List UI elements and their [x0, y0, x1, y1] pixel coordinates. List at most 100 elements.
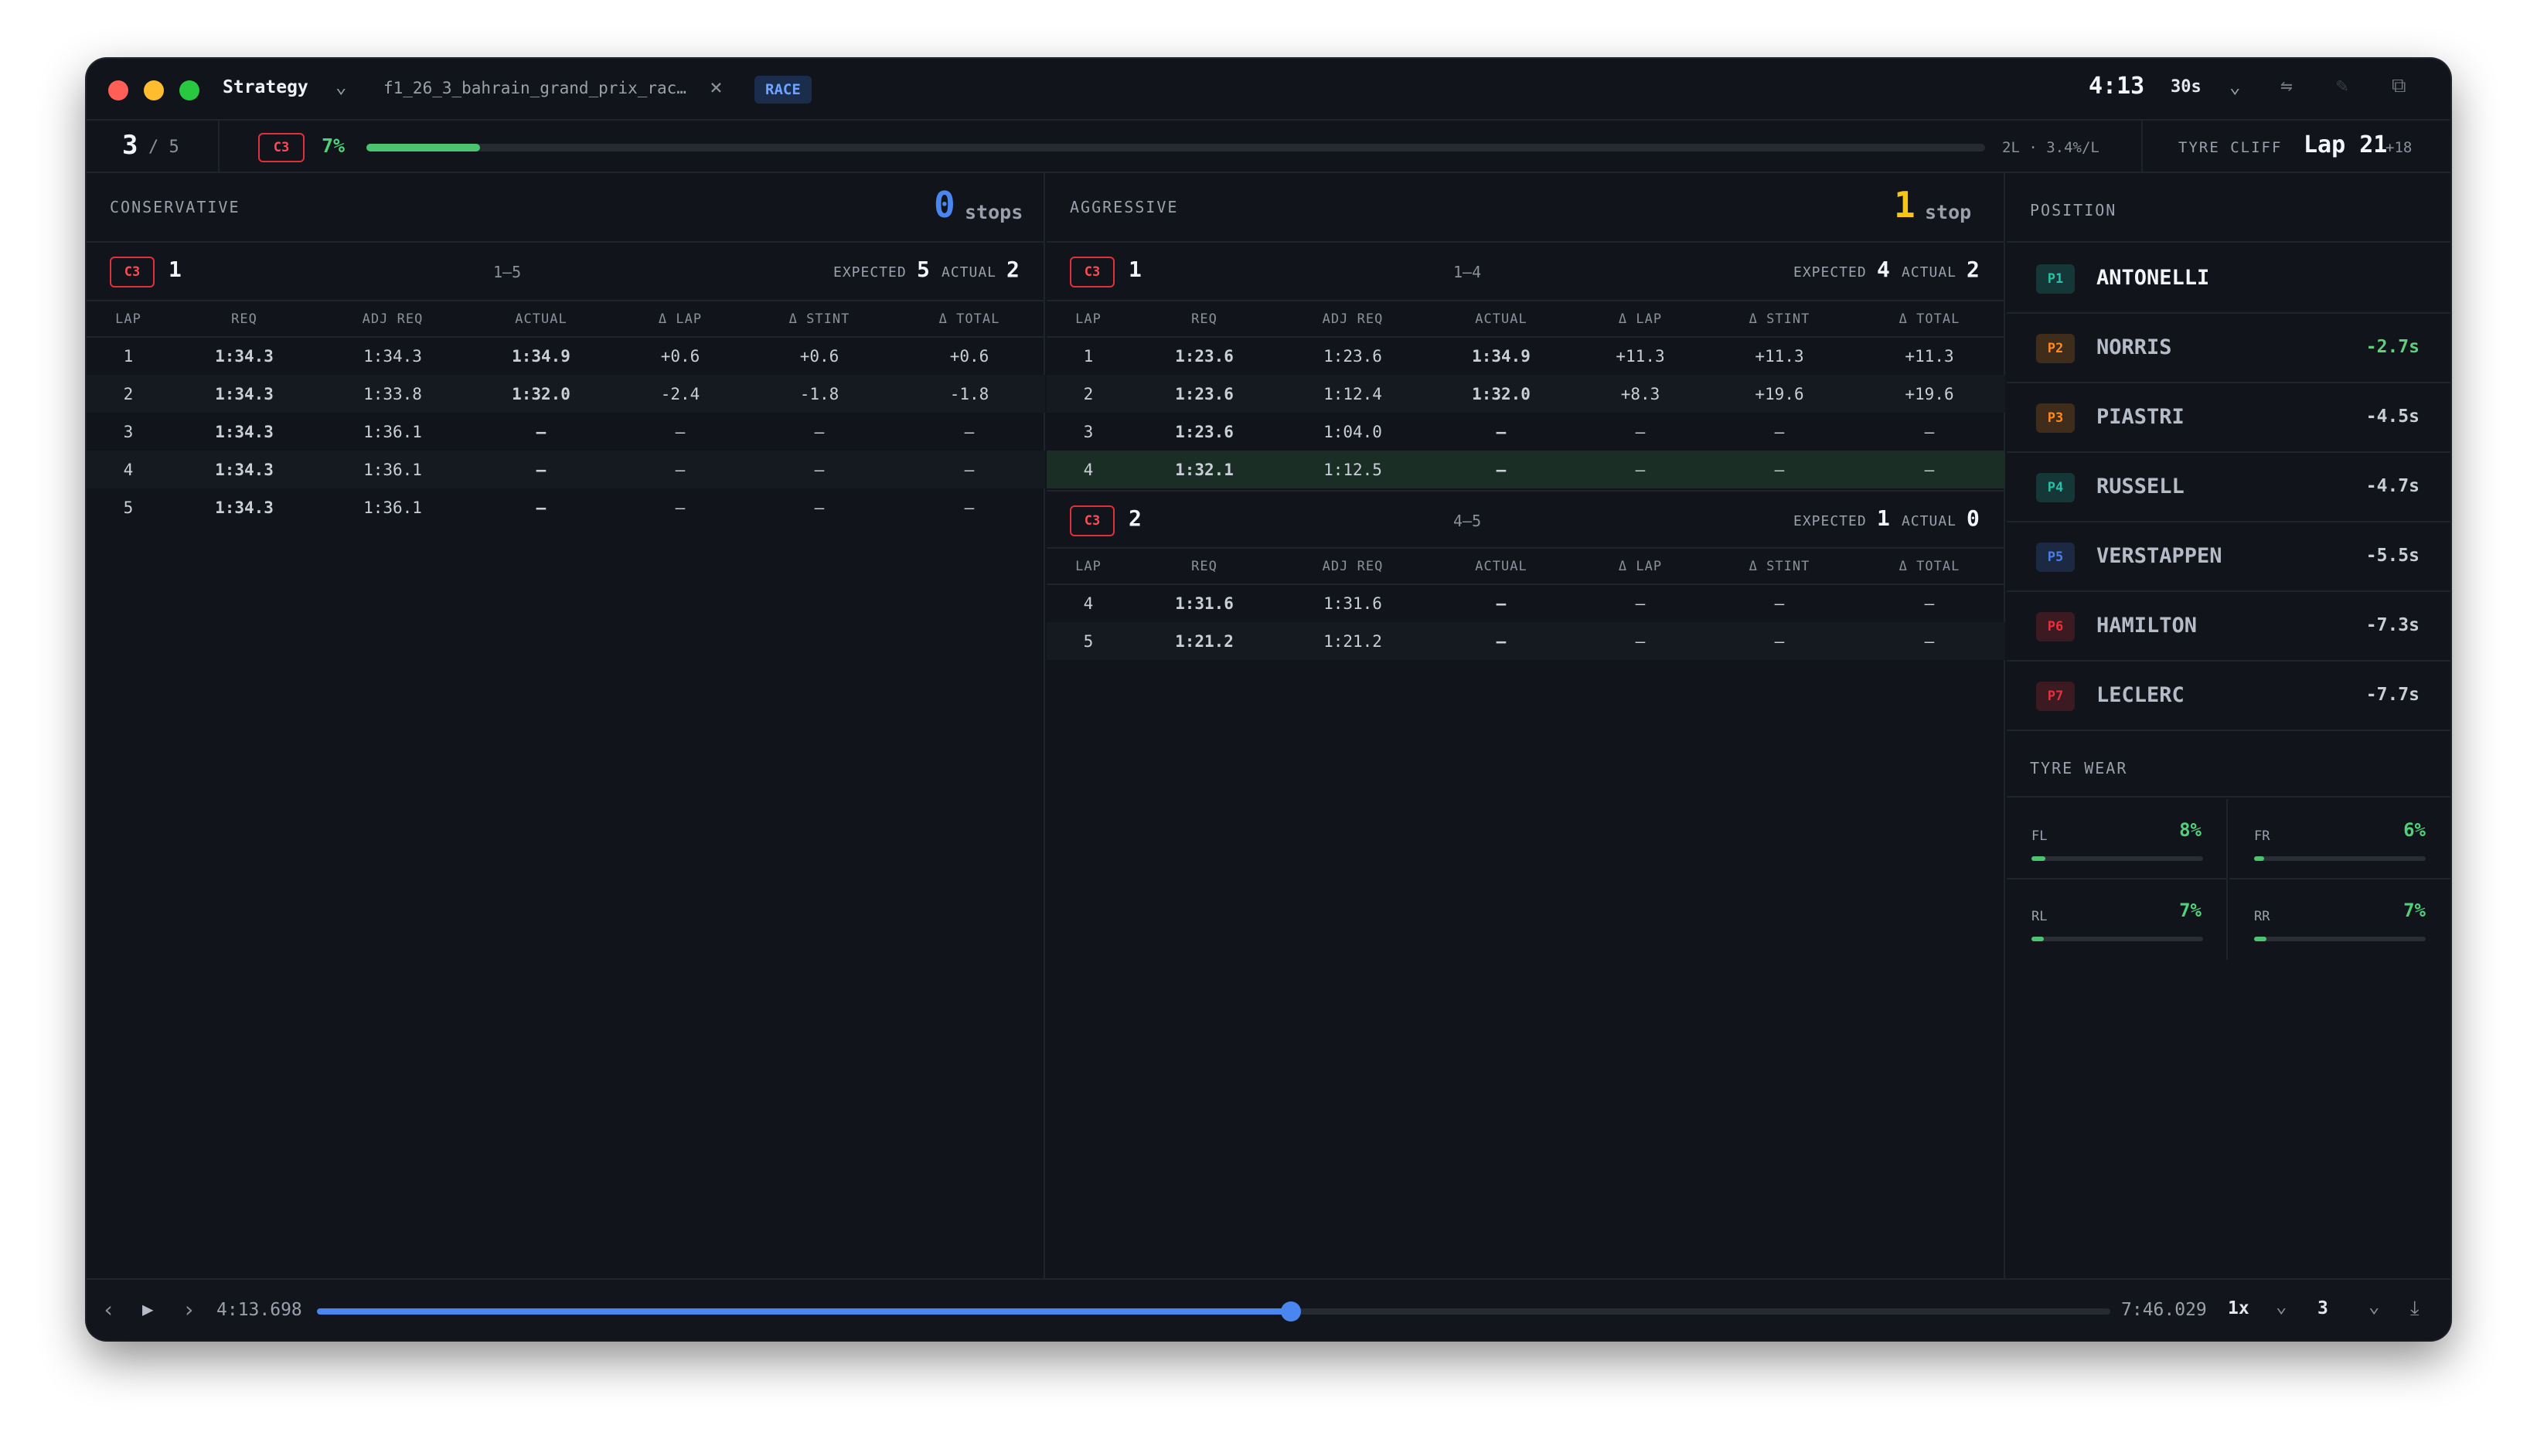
view-selector[interactable]: Strategy — [223, 77, 308, 97]
lap-row[interactable]: 1 1:34.3 1:34.3 1:34.9 +0.6 +0.6 +0.6 — [87, 337, 1045, 375]
column-header: Δ LAP — [1575, 549, 1705, 585]
driver-row[interactable]: P1 ANTONELLI — [2007, 244, 2450, 314]
play-icon[interactable]: ▶ — [142, 1298, 153, 1320]
tyre-wear-fill — [2254, 856, 2265, 861]
driver-row[interactable]: P2 NORRIS -2.7s — [2007, 314, 2450, 383]
minimize-window-button[interactable] — [144, 80, 164, 100]
actual-time: 1:34.9 — [1472, 347, 1531, 366]
delta-lap: +11.3 — [1616, 347, 1665, 366]
adjusted-required-time: 1:34.3 — [363, 347, 422, 366]
position-badge: P1 — [2036, 264, 2075, 294]
lap-row[interactable]: 2 1:23.6 1:12.4 1:32.0 +8.3 +19.6 +19.6 — [1047, 375, 2005, 413]
position-badge: P2 — [2036, 334, 2075, 363]
adjusted-required-time: 1:04.0 — [1323, 422, 1382, 441]
position-badge: P7 — [2036, 682, 2075, 711]
lap-row[interactable]: 4 1:34.3 1:36.1— — — — — [87, 451, 1045, 488]
column-header: ADJ REQ — [1279, 549, 1427, 585]
delta-total: — — [1924, 422, 1935, 441]
lap-selector[interactable]: 3 — [2317, 1298, 2328, 1318]
lap-row[interactable]: 1 1:23.6 1:23.6 1:34.9 +11.3 +11.3 +11.3 — [1047, 337, 2005, 375]
tyre-wear-fill — [2254, 937, 2266, 941]
lap-row[interactable]: 2 1:34.3 1:33.8 1:32.0 -2.4 -1.8 -1.8 — [87, 375, 1045, 413]
required-time: 1:31.6 — [1175, 594, 1234, 613]
tyre-progress-track — [366, 144, 1985, 151]
sliders-icon[interactable]: ⇋ — [2280, 74, 2293, 97]
pen-icon[interactable]: ✎ — [2336, 74, 2348, 97]
lap-number: 2 — [87, 375, 170, 413]
lap-row[interactable]: 3 1:34.3 1:36.1 — — — — — [87, 413, 1045, 451]
chevron-down-icon[interactable]: ⌄ — [2276, 1295, 2287, 1317]
stint-header: C3 2 4–5 EXPECTED 1 ACTUAL 0 — [1047, 490, 2004, 549]
expected-label: EXPECTED — [833, 264, 907, 281]
driver-row[interactable]: P6 HAMILTON -7.3s — [2007, 592, 2450, 662]
lap-table: LAP REQ ADJ REQ ACTUAL Δ LAP Δ STINT Δ TOTAL 1 1… — [87, 301, 1045, 526]
tyre-wear-track — [2031, 856, 2203, 861]
panel-header: AGGRESSIVE 1 stop — [1047, 173, 2004, 243]
actual-label: ACTUAL — [942, 264, 997, 281]
driver-name: NORRIS — [2096, 335, 2172, 359]
lap-row[interactable]: 4 1:31.6 1:31.6 — — — — — [1047, 584, 2005, 622]
actual-time: — — [536, 498, 547, 517]
actual-time: 1:32.0 — [1427, 375, 1575, 413]
step-back-icon[interactable]: ‹ — [102, 1297, 115, 1322]
panel-title: CONSERVATIVE — [110, 198, 240, 216]
delta-lap: — — [1635, 422, 1646, 441]
timeline-handle[interactable] — [1280, 1301, 1301, 1322]
column-header: ACTUAL — [467, 301, 615, 338]
expected-laps: 4 — [1877, 257, 1890, 282]
required-time: 1:23.6 — [1175, 347, 1234, 366]
adjusted-required-time: 1:23.6 — [1323, 347, 1382, 366]
driver-row[interactable]: P3 PIASTRI -4.5s — [2007, 383, 2450, 453]
expected-label: EXPECTED — [1793, 513, 1867, 529]
close-icon[interactable]: × — [710, 74, 723, 100]
tyre-wear-track — [2031, 937, 2203, 941]
download-icon[interactable]: ⤓ — [2410, 1297, 2420, 1321]
panel-header: CONSERVATIVE 0 stops — [87, 173, 1044, 243]
strategy-window: Strategy ⌄ f1_26_3_bahrain_grand_prix_ra… — [87, 59, 2450, 1340]
chevron-down-icon[interactable]: ⌄ — [2368, 1295, 2379, 1317]
lap-row[interactable]: 5 1:34.3 1:36.1 — — — — — [87, 488, 1045, 526]
delta-stint: — — [814, 422, 825, 441]
chevron-down-icon[interactable]: ⌄ — [2229, 76, 2240, 97]
total-time: 7:46.029 — [2121, 1300, 2207, 1320]
picture-in-picture-icon[interactable]: ⧉ — [2392, 74, 2406, 98]
interval-selector[interactable]: 30s — [2171, 77, 2202, 97]
divider — [218, 121, 220, 173]
delta-lap: — — [615, 451, 745, 488]
lap-row[interactable]: 4 1:32.1 1:12.5— — — — — [1047, 451, 2005, 488]
speed-selector[interactable]: 1x — [2228, 1298, 2249, 1318]
compound-badge: C3 — [1070, 257, 1115, 287]
chevron-down-icon[interactable]: ⌄ — [335, 76, 346, 97]
lap-number: 3 — [1083, 422, 1094, 441]
delta-total: +19.6 — [1854, 375, 2005, 413]
driver-row[interactable]: P7 LECLERC -7.7s — [2007, 662, 2450, 731]
session-clock: 4:13 — [2089, 73, 2145, 100]
position-badge: P5 — [2036, 543, 2075, 572]
total-laps: / 5 — [148, 138, 179, 157]
timeline-scrubber[interactable] — [317, 1301, 2110, 1322]
maximize-window-button[interactable] — [179, 80, 199, 100]
driver-row[interactable]: P4 RUSSELL -4.7s — [2007, 453, 2450, 522]
session-file-tab[interactable]: f1_26_3_bahrain_grand_prix_rac… — [383, 79, 686, 97]
lap-row[interactable]: 3 1:23.6 1:04.0 — — — — — [1047, 413, 2005, 451]
adjusted-required-time: 1:36.1 — [318, 451, 467, 488]
lap-row[interactable]: 5 1:21.2 1:21.2— — — — — [1047, 622, 2005, 660]
delta-stint: — — [814, 498, 825, 517]
driver-row[interactable]: P5 VERSTAPPEN -5.5s — [2007, 522, 2450, 592]
delta-total: +11.3 — [1905, 347, 1954, 366]
driver-gap: -4.7s — [2365, 476, 2420, 496]
close-window-button[interactable] — [108, 80, 128, 100]
required-time: 1:21.2 — [1130, 622, 1279, 660]
tyre-label: FR — [2254, 828, 2270, 844]
adjusted-required-time: 1:33.8 — [318, 375, 467, 413]
delta-lap: +0.6 — [660, 347, 700, 366]
title-bar: Strategy ⌄ f1_26_3_bahrain_grand_prix_ra… — [87, 59, 2450, 121]
tyre-wear-rl: RL 7% — [2007, 879, 2228, 960]
column-header: Δ TOTAL — [1854, 549, 2005, 585]
lap-number: 4 — [87, 451, 170, 488]
delta-stint: -1.8 — [745, 375, 894, 413]
tyre-wear-fill — [2031, 856, 2045, 861]
column-header: Δ LAP — [1575, 301, 1705, 338]
column-header: ACTUAL — [1427, 301, 1575, 338]
step-forward-icon[interactable]: › — [182, 1297, 196, 1322]
